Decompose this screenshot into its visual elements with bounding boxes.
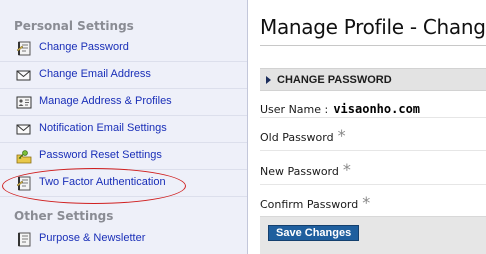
username-value: visaonho.com	[333, 102, 421, 116]
old-password-field[interactable]	[390, 124, 486, 142]
required-marker: *	[342, 160, 351, 179]
sidebar-item-change-password[interactable]: Change Password	[0, 35, 247, 62]
username-row: User Name : visaonho.com	[260, 98, 486, 116]
notebook-icon	[16, 176, 31, 191]
confirm-password-label: Confirm Password	[260, 198, 359, 211]
sidebar-item-label: Notification Email Settings	[39, 122, 167, 134]
sidebar-item-label: Purpose & Newsletter	[39, 232, 146, 244]
username-label: User Name :	[260, 103, 329, 116]
sidebar-item-label: Change Email Address	[39, 68, 151, 80]
sidebar-item-change-email-address[interactable]: Change Email Address	[0, 62, 247, 89]
sidebar-item-manage-address-profiles[interactable]: Manage Address & Profiles	[0, 89, 247, 116]
section-header-label: CHANGE PASSWORD	[277, 74, 392, 86]
required-marker: *	[337, 126, 346, 145]
sidebar-item-two-factor-authentication[interactable]: Two Factor Authentication	[0, 170, 247, 197]
main-panel: Manage Profile - Change CHANGE PASSWORD …	[249, 0, 486, 254]
new-password-row: New Password *	[260, 158, 486, 179]
row-divider	[260, 184, 486, 185]
notebook-icon	[16, 41, 31, 56]
sidebar-item-label: Password Reset Settings	[39, 149, 162, 161]
sidebar: Personal Settings Change Password Change…	[0, 0, 248, 254]
new-password-label: New Password	[260, 165, 339, 178]
change-password-header: CHANGE PASSWORD	[260, 68, 486, 91]
required-marker: *	[362, 193, 371, 212]
sidebar-item-purpose-newsletter[interactable]: Purpose & Newsletter	[0, 226, 247, 253]
sidebar-item-notification-email-settings[interactable]: Notification Email Settings	[0, 116, 247, 143]
sidebar-item-password-reset-settings[interactable]: Password Reset Settings	[0, 143, 247, 170]
address-card-icon	[16, 96, 32, 109]
page-title: Manage Profile - Change	[260, 15, 486, 39]
old-password-row: Old Password *	[260, 124, 486, 145]
row-divider	[260, 150, 486, 151]
row-divider	[260, 117, 486, 118]
old-password-label: Old Password	[260, 131, 334, 144]
confirm-password-field[interactable]	[390, 191, 486, 209]
envelope-icon	[16, 70, 31, 81]
new-password-field[interactable]	[390, 158, 486, 176]
section-heading-other-settings: Other Settings	[14, 209, 114, 223]
form-footer: Save Changes	[260, 216, 486, 254]
sidebar-item-label: Two Factor Authentication	[39, 176, 166, 188]
title-divider	[260, 45, 486, 46]
sidebar-item-label: Change Password	[39, 41, 129, 53]
triangle-right-icon	[266, 76, 271, 84]
notebook-icon	[18, 232, 31, 247]
confirm-password-row: Confirm Password *	[260, 191, 486, 212]
sidebar-item-label: Manage Address & Profiles	[39, 95, 172, 107]
key-folder-icon	[16, 150, 32, 164]
save-changes-button[interactable]: Save Changes	[268, 225, 360, 241]
envelope-icon	[16, 124, 31, 135]
